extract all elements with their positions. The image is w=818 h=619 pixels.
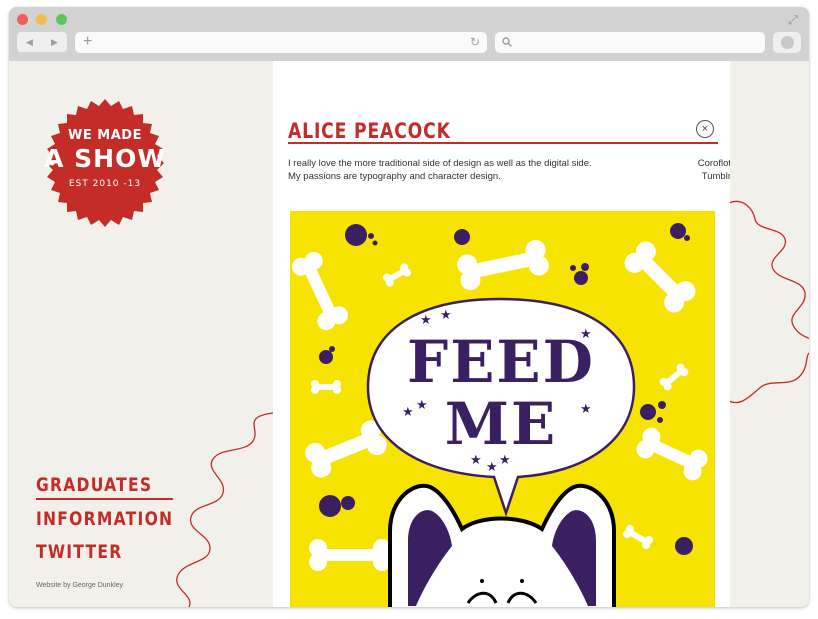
new-tab-icon[interactable]: +	[83, 33, 92, 51]
web-page: WE MADE A SHOW EST 2010 -13 GRADUATES IN…	[9, 61, 809, 607]
close-window-button[interactable]	[17, 14, 28, 25]
bio-line: I really love the more traditional side …	[288, 158, 592, 169]
nav-twitter-link[interactable]: TWITTER	[36, 541, 173, 564]
search-icon	[502, 37, 512, 47]
svg-text:★: ★	[402, 405, 414, 420]
nav-graduates-link[interactable]: GRADUATES	[36, 474, 174, 500]
minimize-window-button[interactable]	[36, 14, 47, 25]
svg-text:★: ★	[416, 398, 428, 413]
close-icon: ×	[701, 123, 709, 135]
zoom-window-button[interactable]	[56, 14, 67, 25]
student-bio: I really love the more traditional side …	[288, 157, 618, 183]
reload-icon[interactable]: ↻	[470, 34, 480, 51]
toolbar-extension-button[interactable]	[773, 32, 801, 53]
svg-text:★: ★	[470, 453, 482, 468]
badge-line-2: A SHOW	[44, 144, 166, 173]
artwork-line-feed: FEED	[407, 328, 595, 396]
name-divider	[288, 142, 718, 144]
we-made-a-show-logo[interactable]: WE MADE A SHOW EST 2010 -13	[38, 97, 172, 231]
tumblr-link[interactable]: Tumblr	[653, 170, 730, 183]
svg-text:★: ★	[499, 453, 511, 468]
svg-text:★: ★	[486, 460, 498, 475]
back-button[interactable]: ◀	[17, 32, 42, 52]
student-name: ALICE PEACOCK	[288, 119, 451, 143]
extension-icon	[781, 36, 794, 49]
bio-line: My passions are typography and character…	[288, 171, 501, 182]
fullscreen-icon[interactable]: ⤢	[786, 13, 800, 27]
site-credit[interactable]: Website by George Dunkley	[36, 582, 123, 589]
badge-line-3: EST 2010 -13	[68, 179, 142, 189]
svg-text:★: ★	[580, 402, 592, 417]
search-bar[interactable]	[495, 32, 765, 53]
profile-links: Coroflot Tumblr	[653, 157, 730, 183]
close-profile-button[interactable]: ×	[696, 120, 714, 138]
feed-me-artwork[interactable]: FEED ME ★ ★★ ★ ★ ★ ★ ★ ★	[290, 211, 715, 607]
svg-text:★: ★	[580, 327, 592, 342]
browser-titlebar: ⤢ ◀ ▶ + ↻	[9, 7, 809, 61]
artwork-line-me: ME	[445, 390, 557, 458]
history-buttons: ◀ ▶	[17, 32, 67, 52]
coroflot-link[interactable]: Coroflot	[653, 157, 730, 170]
svg-text:★: ★	[440, 308, 452, 323]
nav-information-link[interactable]: INFORMATION	[36, 508, 173, 531]
search-input[interactable]	[517, 34, 757, 51]
badge-line-1: WE MADE	[68, 128, 142, 143]
address-bar[interactable]: + ↻	[75, 32, 487, 53]
svg-text:★: ★	[420, 313, 432, 328]
browser-window: ⤢ ◀ ▶ + ↻ WE MADE A SHOW EST 2010 -13 GR…	[9, 7, 809, 607]
main-nav: GRADUATES INFORMATION TWITTER	[36, 474, 203, 574]
forward-button[interactable]: ▶	[42, 32, 67, 52]
graduate-profile-panel: ALICE PEACOCK × I really love the more t…	[273, 61, 730, 607]
